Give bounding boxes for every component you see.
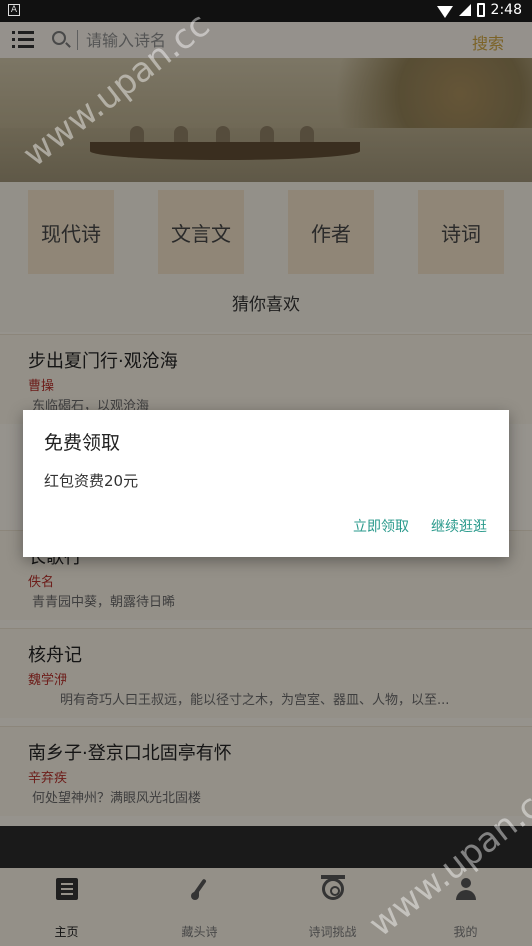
claim-now-button[interactable]: 立即领取 xyxy=(353,516,409,536)
status-time: 2:48 xyxy=(490,2,522,18)
dialog-message: 红包资费20元 xyxy=(44,472,139,490)
battery-icon xyxy=(476,3,485,17)
wifi-icon xyxy=(436,6,453,18)
status-bar: A 2:48 xyxy=(0,0,532,22)
signal-icon xyxy=(458,4,471,16)
status-icons: 2:48 xyxy=(436,2,522,18)
notification-icon: A xyxy=(8,4,20,16)
free-claim-dialog: 免费领取 红包资费20元 立即领取 继续逛逛 xyxy=(23,410,509,557)
continue-browsing-button[interactable]: 继续逛逛 xyxy=(431,516,487,536)
dialog-title: 免费领取 xyxy=(44,432,121,454)
